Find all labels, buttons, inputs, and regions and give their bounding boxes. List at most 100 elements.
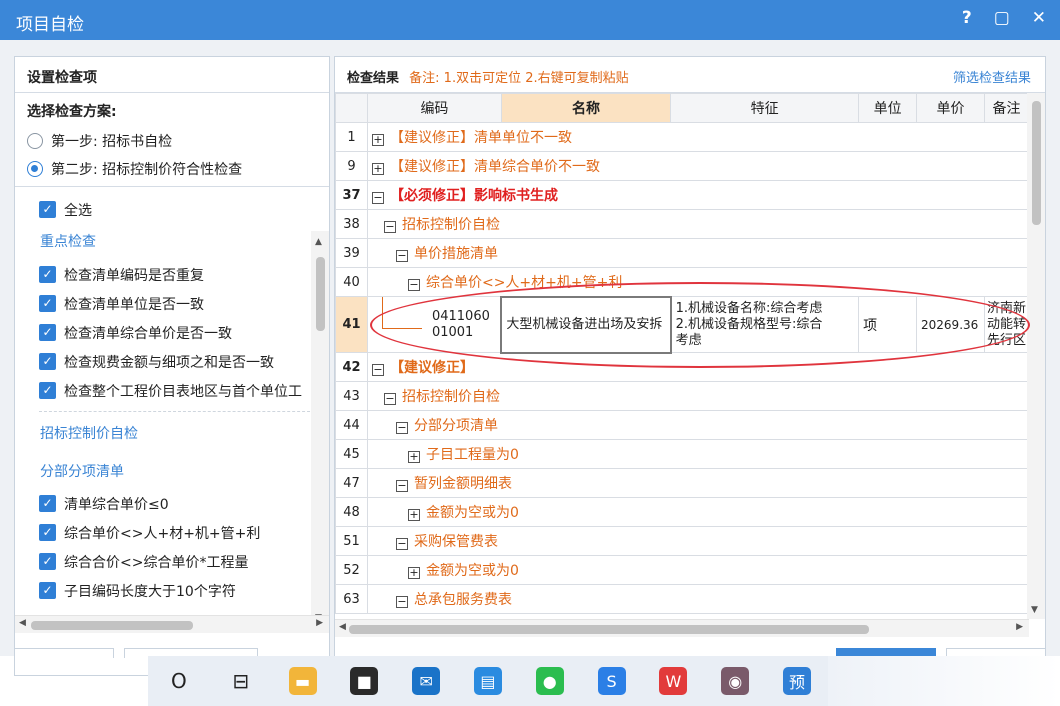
taskbar-button[interactable]: O xyxy=(148,656,210,706)
tree-cell[interactable]: + 金额为空或为0 xyxy=(366,555,1029,585)
taskbar-button[interactable]: ● xyxy=(519,656,581,706)
check-item[interactable]: ✓ 子目编码长度大于10个字符 xyxy=(15,576,329,605)
tree-cell[interactable]: + 【建议修正】清单单位不一致 xyxy=(366,122,1029,152)
help-icon[interactable]: ? xyxy=(962,8,972,28)
select-all-checkbox[interactable]: ✓ 全选 xyxy=(15,195,329,224)
taskbar-button[interactable]: ✉ xyxy=(395,656,457,706)
mail-icon[interactable]: ✉ xyxy=(412,667,441,695)
file-explorer-icon[interactable]: ▬ xyxy=(288,667,317,695)
radio-circle-icon[interactable] xyxy=(27,133,43,149)
tree-cell[interactable]: + 金额为空或为0 xyxy=(366,497,1029,527)
collapse-icon[interactable]: − xyxy=(395,250,408,262)
taskbar-button[interactable]: ◉ xyxy=(704,656,766,706)
scroll-thumb[interactable] xyxy=(349,625,869,634)
store-icon[interactable]: ■ xyxy=(350,667,379,695)
checkbox-checked-icon[interactable]: ✓ xyxy=(39,295,56,312)
check-item[interactable]: ✓ 清单综合单价≤0 xyxy=(15,489,329,518)
table-row-45[interactable]: 45 + 子目工程量为0 xyxy=(335,439,1029,469)
check-item[interactable]: ✓ 综合单价<>人+材+机+管+利 xyxy=(15,518,329,547)
radio-selected-icon[interactable] xyxy=(27,161,43,177)
taskbar-button[interactable]: ⊟ xyxy=(210,656,272,706)
preview-app-icon[interactable]: 预 xyxy=(783,667,812,695)
check-item[interactable]: ✓ 综合合价<>综合单价*工程量 xyxy=(15,547,329,576)
expand-icon[interactable]: + xyxy=(371,163,384,175)
column-header-code[interactable]: 编码 xyxy=(366,93,502,123)
table-row-37[interactable]: 37− 【必须修正】影响标书生成 xyxy=(335,180,1029,210)
column-header-name[interactable]: 名称 xyxy=(500,93,672,123)
check-item[interactable]: ✓ 检查规费金额与细项之和是否一致 xyxy=(15,347,329,376)
cell-name[interactable]: 大型机械设备进出场及安拆 xyxy=(500,295,672,354)
table-row-1[interactable]: 1 + 【建议修正】清单单位不一致 xyxy=(335,122,1029,152)
checkbox-checked-icon[interactable]: ✓ xyxy=(39,382,56,399)
table-row-48[interactable]: 48 + 金额为空或为0 xyxy=(335,497,1029,527)
taskbar-button[interactable]: W xyxy=(643,656,705,706)
table-row-52[interactable]: 52 + 金额为空或为0 xyxy=(335,555,1029,585)
collapse-icon[interactable]: − xyxy=(371,364,384,377)
scroll-left-icon[interactable]: ◀ xyxy=(19,618,26,628)
collapse-icon[interactable]: − xyxy=(395,596,408,608)
table-row-9[interactable]: 9 + 【建议修正】清单综合单价不一致 xyxy=(335,151,1029,181)
scroll-down-icon[interactable]: ▼ xyxy=(1031,605,1038,615)
maximize-icon[interactable]: ▢ xyxy=(994,8,1010,28)
expand-icon[interactable]: + xyxy=(371,134,384,146)
checkbox-checked-icon[interactable]: ✓ xyxy=(39,495,56,512)
table-row-63[interactable]: 63− 总承包服务费表 xyxy=(335,584,1029,614)
check-item[interactable]: ✓ 检查清单单位是否一致 xyxy=(15,289,329,318)
checkbox-checked-icon[interactable]: ✓ xyxy=(39,324,56,341)
checkbox-checked-icon[interactable]: ✓ xyxy=(39,553,56,570)
scroll-right-icon[interactable]: ▶ xyxy=(316,618,323,628)
tree-cell[interactable]: − 总承包服务费表 xyxy=(366,584,1029,614)
left-horizontal-scrollbar[interactable]: ◀ ▶ xyxy=(15,615,329,633)
table-row-38[interactable]: 38− 招标控制价自检 xyxy=(335,209,1029,239)
collapse-icon[interactable]: − xyxy=(395,538,408,550)
radio-step2[interactable]: 第二步: 招标控制价符合性检查 xyxy=(27,155,317,183)
taskbar-button[interactable]: ▤ xyxy=(457,656,519,706)
table-row-47[interactable]: 47− 暂列金额明细表 xyxy=(335,468,1029,498)
tree-cell[interactable]: − 采购保管费表 xyxy=(366,526,1029,556)
check-item[interactable]: ✓ 检查清单综合单价是否一致 xyxy=(15,318,329,347)
expand-icon[interactable]: + xyxy=(407,509,420,521)
column-header-price[interactable]: 单价 xyxy=(916,93,985,123)
collapse-icon[interactable]: − xyxy=(371,192,384,204)
group-key-checks[interactable]: 重点检查 xyxy=(15,224,329,260)
table-row-39[interactable]: 39− 单价措施清单 xyxy=(335,238,1029,268)
checkbox-checked-icon[interactable]: ✓ xyxy=(39,266,56,283)
scroll-up-icon[interactable]: ▲ xyxy=(315,237,322,247)
collapse-icon[interactable]: − xyxy=(383,393,396,405)
tree-cell[interactable]: + 【建议修正】清单综合单价不一致 xyxy=(366,151,1029,181)
column-header-feature[interactable]: 特征 xyxy=(670,93,860,123)
tree-cell[interactable]: − 【必须修正】影响标书生成 xyxy=(366,180,1029,210)
task-view-icon[interactable]: ⊟ xyxy=(226,667,255,695)
collapse-icon[interactable]: − xyxy=(383,221,396,233)
bottom-button-1[interactable] xyxy=(14,648,114,658)
scroll-thumb[interactable] xyxy=(316,257,325,331)
tree-cell[interactable]: − 暂列金额明细表 xyxy=(366,468,1029,498)
check-item[interactable]: ✓ 检查清单编码是否重复 xyxy=(15,260,329,289)
table-row-51[interactable]: 51− 采购保管费表 xyxy=(335,526,1029,556)
taskbar-button[interactable]: ■ xyxy=(333,656,395,706)
expand-icon[interactable]: + xyxy=(407,451,420,463)
photo-app-icon[interactable]: ◉ xyxy=(721,667,750,695)
checkbox-checked-icon[interactable]: ✓ xyxy=(39,582,56,599)
taskbar-button[interactable]: 预 xyxy=(766,656,828,706)
tree-cell[interactable]: − 招标控制价自检 xyxy=(366,381,1029,411)
cell-remark[interactable]: 济南新 动能转 先行区 xyxy=(984,296,1029,353)
tree-cell[interactable]: − 综合单价<>人+材+机+管+利 xyxy=(366,267,1029,297)
right-horizontal-scrollbar[interactable]: ◀ ▶ xyxy=(335,619,1029,637)
sogou-icon[interactable]: S xyxy=(597,667,626,695)
cell-unit[interactable]: 项 xyxy=(858,296,918,353)
checkbox-checked-icon[interactable]: ✓ xyxy=(39,353,56,370)
filter-results-link[interactable]: 筛选检查结果 xyxy=(953,67,1031,86)
right-vertical-scrollbar[interactable]: ▼ xyxy=(1027,93,1045,619)
table-row-43[interactable]: 43− 招标控制价自检 xyxy=(335,381,1029,411)
table-row-42[interactable]: 42− 【建议修正】 xyxy=(335,352,1029,382)
scroll-left-icon[interactable]: ◀ xyxy=(339,622,346,632)
checkbox-checked-icon[interactable]: ✓ xyxy=(39,524,56,541)
cell-feature[interactable]: 1.机械设备名称:综合考虑 2.机械设备规格型号:综合 考虑 xyxy=(670,296,860,353)
collapse-icon[interactable]: − xyxy=(407,278,420,291)
collapse-icon[interactable]: − xyxy=(395,480,408,492)
group-item-list[interactable]: 分部分项清单 xyxy=(15,455,329,489)
left-vertical-scrollbar[interactable]: ▲ ▼ xyxy=(311,231,329,627)
close-icon[interactable]: ✕ xyxy=(1032,8,1046,28)
group-control-price[interactable]: 招标控制价自检 xyxy=(15,417,329,451)
